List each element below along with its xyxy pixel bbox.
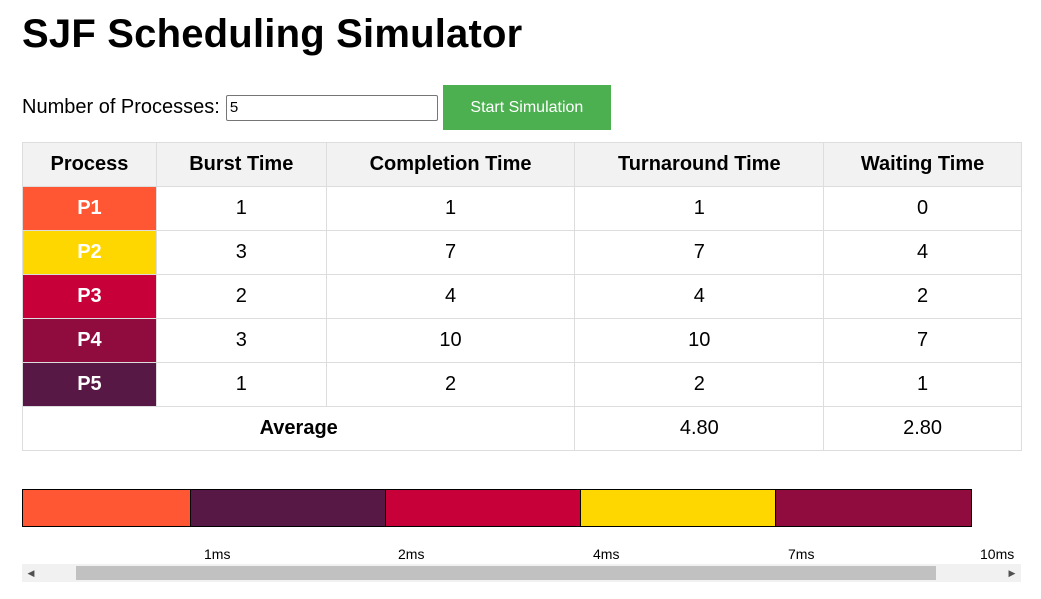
gantt-tick-label: 4ms [593, 546, 620, 562]
header-turnaround-time: Turnaround Time [574, 142, 825, 187]
completion-cell: 7 [325, 230, 576, 275]
scroll-thumb[interactable] [76, 566, 936, 580]
page-title: SJF Scheduling Simulator [22, 12, 523, 56]
completion-cell: 10 [325, 318, 576, 363]
average-row: Average 4.80 2.80 [21, 406, 1022, 451]
completion-cell: 1 [325, 186, 576, 231]
turnaround-cell: 1 [574, 186, 825, 231]
gantt-block [23, 490, 191, 526]
burst-cell: 2 [155, 274, 327, 319]
completion-cell: 2 [325, 362, 576, 407]
gantt-tick-label: 2ms [398, 546, 425, 562]
table-row: P2 3 7 7 4 [22, 230, 1022, 275]
waiting-cell: 1 [823, 362, 1022, 407]
gantt-block [191, 490, 386, 526]
arrow-right-icon[interactable]: ▶ [1003, 564, 1021, 582]
results-table: Process Burst Time Completion Time Turna… [21, 142, 1022, 451]
process-cell: P5 [22, 362, 157, 407]
turnaround-cell: 7 [574, 230, 825, 275]
process-cell: P2 [22, 230, 157, 275]
gantt-chart [22, 489, 972, 527]
table-row: P4 3 10 10 7 [22, 318, 1022, 363]
header-waiting-time: Waiting Time [823, 142, 1022, 187]
process-cell: P3 [22, 274, 157, 319]
gantt-tick-label: 7ms [788, 546, 815, 562]
arrow-left-icon[interactable]: ◀ [22, 564, 40, 582]
gantt-block [386, 490, 581, 526]
average-waiting: 2.80 [823, 406, 1022, 451]
waiting-cell: 0 [823, 186, 1022, 231]
turnaround-cell: 10 [574, 318, 825, 363]
average-label: Average [21, 406, 576, 451]
completion-cell: 4 [325, 274, 576, 319]
burst-cell: 1 [155, 362, 327, 407]
gantt-block [776, 490, 971, 526]
gantt-block [581, 490, 776, 526]
table-row: P3 2 4 4 2 [22, 274, 1022, 319]
table-row: P5 1 2 2 1 [22, 362, 1022, 407]
average-turnaround: 4.80 [574, 406, 825, 451]
waiting-cell: 4 [823, 230, 1022, 275]
table-row: P1 1 1 1 0 [22, 186, 1022, 231]
gantt-tick-label: 1ms [204, 546, 231, 562]
header-completion-time: Completion Time [325, 142, 576, 187]
burst-cell: 3 [155, 318, 327, 363]
burst-cell: 3 [155, 230, 327, 275]
turnaround-cell: 4 [574, 274, 825, 319]
controls-bar: Number of Processes: Start Simulation [22, 85, 611, 130]
header-burst-time: Burst Time [155, 142, 327, 187]
start-simulation-button[interactable]: Start Simulation [442, 85, 611, 130]
burst-cell: 1 [155, 186, 327, 231]
process-cell: P1 [22, 186, 157, 231]
gantt-tick-label: 10ms [980, 546, 1015, 562]
num-processes-label: Number of Processes: [22, 96, 220, 118]
horizontal-scrollbar[interactable]: ◀ ▶ [22, 564, 1021, 582]
num-processes-input[interactable] [225, 94, 438, 121]
header-process: Process [22, 142, 157, 187]
table-header-row: Process Burst Time Completion Time Turna… [22, 142, 1022, 187]
turnaround-cell: 2 [574, 362, 825, 407]
process-cell: P4 [22, 318, 157, 363]
waiting-cell: 2 [823, 274, 1022, 319]
waiting-cell: 7 [823, 318, 1022, 363]
